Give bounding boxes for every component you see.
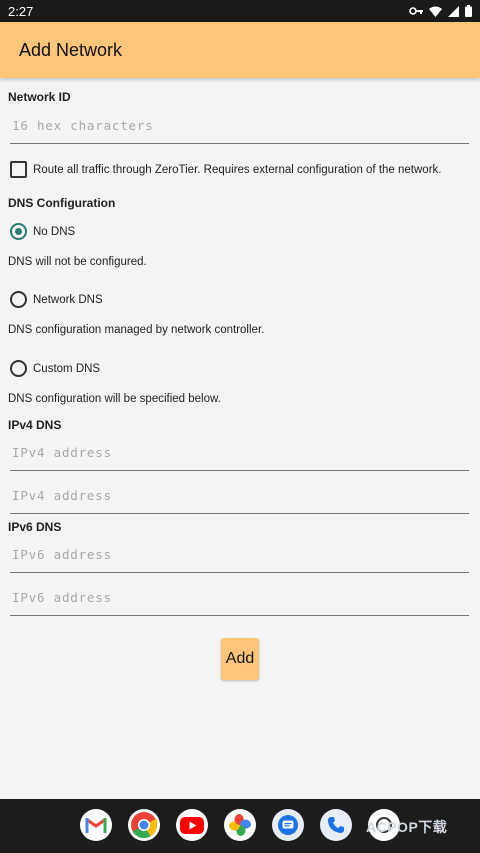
wifi-icon (429, 6, 442, 17)
add-button[interactable]: Add (221, 638, 259, 680)
dns-option-network-dns[interactable]: Network DNS (10, 291, 103, 308)
network-id-input[interactable] (10, 108, 471, 142)
dns-option-no-dns[interactable]: No DNS (10, 223, 75, 240)
ipv4-dns-field-1[interactable] (10, 435, 471, 471)
ipv6-dns-label: IPv6 DNS (8, 520, 62, 534)
dns-config-label: DNS Configuration (8, 196, 116, 210)
dns-option-custom-dns[interactable]: Custom DNS (10, 360, 100, 377)
network-id-field[interactable] (10, 108, 471, 144)
ipv4-dns-input-2[interactable] (10, 478, 471, 512)
route-all-row[interactable]: Route all traffic through ZeroTier. Requ… (10, 161, 441, 178)
ipv4-dns-input-1[interactable] (10, 435, 471, 469)
custom-dns-label: Custom DNS (33, 362, 101, 375)
gmail-icon[interactable] (80, 809, 112, 841)
page-title: Add Network (19, 39, 123, 60)
watermark-logo: ACPOP下载 (366, 819, 448, 835)
messages-icon[interactable] (272, 809, 304, 841)
route-all-label: Route all traffic through ZeroTier. Requ… (33, 163, 442, 176)
status-icons (409, 5, 472, 17)
custom-dns-description: DNS configuration will be specified belo… (8, 393, 221, 405)
ipv6-dns-field-1[interactable] (10, 537, 471, 573)
ipv4-dns-label: IPv4 DNS (8, 418, 62, 432)
chrome-icon[interactable] (128, 809, 160, 841)
youtube-icon[interactable] (176, 809, 208, 841)
signal-icon (448, 5, 459, 17)
battery-icon (465, 5, 472, 17)
no-dns-label: No DNS (33, 225, 76, 238)
no-dns-description: DNS will not be configured. (8, 256, 147, 268)
ipv6-dns-field-2[interactable] (10, 580, 471, 616)
app-bar: Add Network (0, 22, 480, 78)
ipv6-dns-input-1[interactable] (10, 537, 471, 571)
ipv6-dns-input-2[interactable] (10, 580, 471, 614)
route-all-checkbox[interactable] (10, 161, 27, 178)
custom-dns-radio[interactable] (10, 360, 27, 377)
network-dns-label: Network DNS (33, 293, 103, 306)
vpn-key-icon (409, 7, 423, 15)
ipv4-dns-field-2[interactable] (10, 478, 471, 514)
status-bar: 2:27 (0, 0, 480, 22)
photos-icon[interactable] (224, 809, 256, 841)
no-dns-radio[interactable] (10, 223, 27, 240)
status-time: 2:27 (8, 3, 34, 19)
network-dns-radio[interactable] (10, 291, 27, 308)
network-id-label: Network ID (8, 90, 71, 104)
network-dns-description: DNS configuration managed by network con… (8, 324, 265, 336)
phone-icon[interactable] (320, 809, 352, 841)
